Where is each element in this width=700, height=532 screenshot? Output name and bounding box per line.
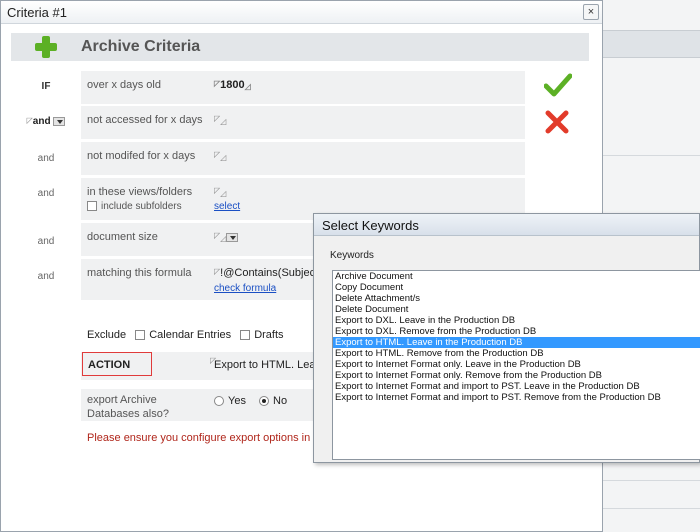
conjunction-select[interactable]: ◸and [11, 116, 81, 127]
select-link[interactable]: select [214, 201, 240, 212]
drafts-checkbox[interactable] [240, 330, 251, 341]
criteria-row-not-modified: not modifed for x days ◸◿ [81, 142, 525, 176]
criteria-row-age: over x days old ◸1800◿ [81, 71, 525, 105]
not-accessed-value[interactable]: ◸◿ [214, 114, 226, 126]
check-formula-link[interactable]: check formula [214, 283, 276, 294]
exclude-options: Exclude Calendar Entries Drafts [87, 329, 284, 341]
background-header-strip [600, 30, 700, 58]
exclude-label: Exclude [87, 329, 127, 341]
keyword-item[interactable]: Export to DXL. Remove from the Productio… [333, 326, 700, 337]
yes-label: Yes [228, 395, 246, 407]
keywords-group-label: Keywords [330, 250, 374, 261]
size-value[interactable]: ◸◿ [214, 231, 239, 243]
conjunction-and: and [37, 153, 55, 164]
background-divider [600, 508, 700, 509]
section-title: Archive Criteria [81, 38, 201, 55]
include-subfolders-checkbox[interactable] [87, 201, 97, 212]
criteria-label: not accessed for x days [87, 114, 203, 126]
action-value[interactable]: ◸ Export to HTML. Leav [210, 356, 321, 371]
calendar-checkbox[interactable] [135, 330, 146, 341]
criteria-label: in these views/folders [87, 186, 193, 198]
dialog-titlebar[interactable]: Criteria #1 × [1, 1, 602, 24]
not-modified-value[interactable]: ◸◿ [214, 150, 226, 162]
export-db-radios: Yes No [214, 395, 287, 407]
warning-text: Please ensure you configure export optio… [87, 432, 329, 444]
yes-radio[interactable] [214, 396, 224, 407]
conjunction-if: IF [41, 81, 51, 92]
action-label: ACTION [82, 352, 152, 376]
close-button[interactable]: × [583, 4, 599, 20]
keywords-list[interactable]: Archive Document Copy Document Delete Atta… [332, 270, 700, 460]
no-label: No [273, 395, 288, 407]
add-icon[interactable] [35, 36, 57, 58]
days-old-value[interactable]: ◸1800◿ [214, 79, 251, 91]
keywords-title: Select Keywords [322, 218, 419, 233]
keyword-item[interactable]: Export to Internet Format only. Leave in… [333, 359, 700, 370]
keyword-item[interactable]: Delete Attachment/s [333, 293, 700, 304]
keyword-item[interactable]: Export to DXL. Leave in the Production D… [333, 315, 700, 326]
calendar-label: Calendar Entries [149, 329, 232, 341]
include-subfolders[interactable]: include subfolders [87, 201, 182, 212]
background-divider [600, 480, 700, 481]
export-db-label: export Archive Databases also? [87, 394, 169, 420]
dialog-title: Criteria #1 [7, 5, 67, 20]
keyword-item[interactable]: Copy Document [333, 282, 700, 293]
keywords-titlebar[interactable]: Select Keywords [314, 214, 699, 236]
chevron-down-icon[interactable] [226, 232, 239, 242]
criteria-label: not modifed for x days [87, 150, 196, 162]
criteria-label: matching this formula [87, 267, 192, 279]
criteria-label: over x days old [87, 79, 161, 91]
conjunction-and: and [37, 188, 55, 199]
formula-value[interactable]: ◸!@Contains(Subject; [214, 267, 321, 279]
keyword-item[interactable]: Export to Internet Format and import to … [333, 392, 700, 403]
keyword-item[interactable]: Export to Internet Format and import to … [333, 381, 700, 392]
keyword-item[interactable]: Export to HTML. Leave in the Production … [333, 337, 700, 348]
conjunction-and: and [37, 271, 55, 282]
chevron-down-icon[interactable] [53, 116, 66, 126]
check-icon[interactable] [544, 73, 572, 97]
delete-icon[interactable] [544, 109, 570, 135]
criteria-row-not-accessed: not accessed for x days ◸◿ [81, 106, 525, 140]
background-divider [600, 155, 700, 156]
select-keywords-dialog: Select Keywords Keywords Archive Documen… [313, 213, 700, 463]
no-radio[interactable] [259, 396, 270, 407]
keyword-item[interactable]: Export to Internet Format only. Remove f… [333, 370, 700, 381]
keyword-item[interactable]: Delete Document [333, 304, 700, 315]
keyword-item[interactable]: Archive Document [333, 271, 700, 282]
keyword-item[interactable]: Export to HTML. Remove from the Producti… [333, 348, 700, 359]
views-value[interactable]: ◸◿ [214, 186, 226, 198]
criteria-label: document size [87, 231, 158, 243]
drafts-label: Drafts [254, 329, 284, 341]
conjunction-and: and [37, 236, 55, 247]
section-header: Archive Criteria [11, 33, 589, 61]
